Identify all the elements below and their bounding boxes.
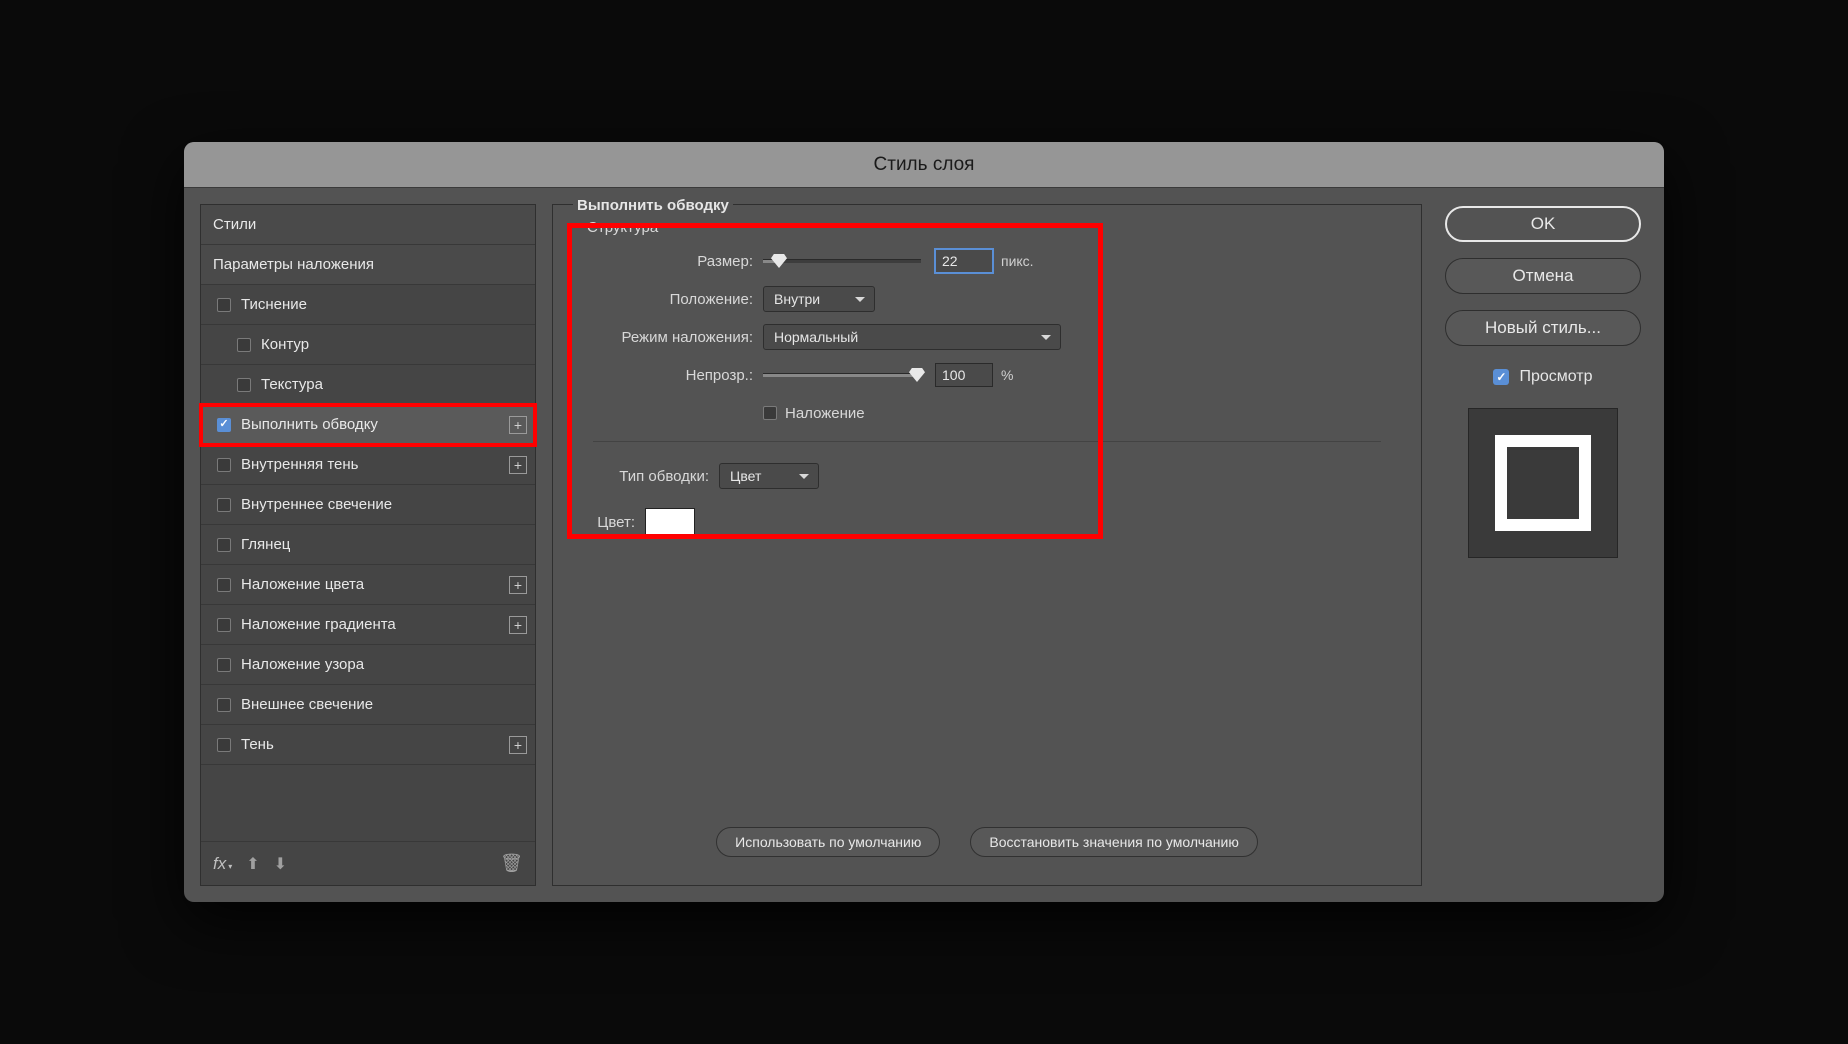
preview-thumbnail bbox=[1468, 408, 1618, 558]
size-input[interactable] bbox=[935, 249, 993, 273]
opacity-input[interactable] bbox=[935, 363, 993, 387]
sidebar-footer: fx▾ ⬆ ⬇ 🗑 bbox=[201, 841, 535, 885]
divider bbox=[593, 441, 1381, 442]
overprint-checkbox[interactable] bbox=[763, 406, 777, 420]
opacity-unit: % bbox=[1001, 367, 1013, 383]
sidebar-label: Текстура bbox=[261, 376, 323, 393]
checkbox-drop-shadow[interactable] bbox=[217, 738, 231, 752]
sidebar-label: Внутренняя тень bbox=[241, 456, 358, 473]
slider-thumb-icon[interactable] bbox=[909, 368, 925, 382]
preview-checkbox[interactable] bbox=[1493, 369, 1509, 385]
sidebar-label: Наложение узора bbox=[241, 656, 364, 673]
checkbox-inner-glow[interactable] bbox=[217, 498, 231, 512]
sidebar-label: Контур bbox=[261, 336, 309, 353]
cancel-button[interactable]: Отмена bbox=[1445, 258, 1641, 294]
opacity-label: Непрозр.: bbox=[593, 367, 763, 384]
sidebar-label: Выполнить обводку bbox=[241, 416, 378, 433]
sidebar-item-drop-shadow[interactable]: Тень + bbox=[201, 725, 535, 765]
sidebar-header-styles[interactable]: Стили bbox=[201, 205, 535, 245]
sidebar-label: Тиснение bbox=[241, 296, 307, 313]
structure-group: Структура Размер: пикс. Положение: Внутр… bbox=[573, 223, 1401, 562]
new-style-button[interactable]: Новый стиль... bbox=[1445, 310, 1641, 346]
size-label: Размер: bbox=[593, 253, 763, 270]
add-stroke-icon[interactable]: + bbox=[509, 416, 527, 434]
position-dropdown[interactable]: Внутри bbox=[763, 286, 875, 312]
sidebar-label: Наложение градиента bbox=[241, 616, 396, 633]
sidebar-item-color-overlay[interactable]: Наложение цвета + bbox=[201, 565, 535, 605]
checkbox-gradient-overlay[interactable] bbox=[217, 618, 231, 632]
checkbox-stroke[interactable] bbox=[217, 418, 231, 432]
layer-style-dialog: Стиль слоя Стили Параметры наложения Тис… bbox=[184, 142, 1664, 902]
opacity-slider[interactable] bbox=[763, 373, 921, 377]
sidebar-label: Внутреннее свечение bbox=[241, 496, 392, 513]
sidebar-label: Внешнее свечение bbox=[241, 696, 373, 713]
color-label: Цвет: bbox=[593, 514, 645, 531]
styles-sidebar: Стили Параметры наложения Тиснение Конту… bbox=[200, 204, 536, 886]
sidebar-item-stroke[interactable]: Выполнить обводку + bbox=[201, 405, 535, 445]
window-title: Стиль слоя bbox=[184, 142, 1664, 188]
checkbox-outer-glow[interactable] bbox=[217, 698, 231, 712]
sidebar-item-contour[interactable]: Контур bbox=[201, 325, 535, 365]
sidebar-header-blending[interactable]: Параметры наложения bbox=[201, 245, 535, 285]
make-default-button[interactable]: Использовать по умолчанию bbox=[716, 827, 940, 857]
fx-menu-button[interactable]: fx▾ bbox=[213, 854, 232, 874]
preview-label: Просмотр bbox=[1519, 368, 1592, 386]
color-swatch[interactable] bbox=[645, 508, 695, 536]
settings-panel: Выполнить обводку Структура Размер: пикс… bbox=[552, 204, 1422, 886]
position-label: Положение: bbox=[593, 291, 763, 308]
add-color-overlay-icon[interactable]: + bbox=[509, 576, 527, 594]
checkbox-color-overlay[interactable] bbox=[217, 578, 231, 592]
slider-thumb-icon[interactable] bbox=[771, 254, 787, 268]
size-unit: пикс. bbox=[1001, 253, 1034, 269]
sidebar-item-outer-glow[interactable]: Внешнее свечение bbox=[201, 685, 535, 725]
overprint-label: Наложение bbox=[785, 405, 865, 422]
sidebar-label: Глянец bbox=[241, 536, 290, 553]
checkbox-bevel[interactable] bbox=[217, 298, 231, 312]
sidebar-item-texture[interactable]: Текстура bbox=[201, 365, 535, 405]
section-title: Выполнить обводку bbox=[573, 197, 733, 214]
sidebar-item-satin[interactable]: Глянец bbox=[201, 525, 535, 565]
checkbox-contour[interactable] bbox=[237, 338, 251, 352]
fill-type-dropdown[interactable]: Цвет bbox=[719, 463, 819, 489]
checkbox-pattern-overlay[interactable] bbox=[217, 658, 231, 672]
blend-mode-dropdown[interactable]: Нормальный bbox=[763, 324, 1061, 350]
ok-button[interactable]: OK bbox=[1445, 206, 1641, 242]
move-down-icon[interactable]: ⬇ bbox=[274, 854, 287, 874]
add-drop-shadow-icon[interactable]: + bbox=[509, 736, 527, 754]
sidebar-item-bevel[interactable]: Тиснение bbox=[201, 285, 535, 325]
preview-shape bbox=[1495, 435, 1591, 531]
right-panel: OK Отмена Новый стиль... Просмотр bbox=[1438, 204, 1648, 886]
sidebar-item-pattern-overlay[interactable]: Наложение узора bbox=[201, 645, 535, 685]
sidebar-item-gradient-overlay[interactable]: Наложение градиента + bbox=[201, 605, 535, 645]
fill-type-label: Тип обводки: bbox=[593, 468, 719, 485]
trash-icon[interactable]: 🗑 bbox=[500, 853, 523, 874]
sidebar-label: Тень bbox=[241, 736, 274, 753]
sidebar-item-inner-shadow[interactable]: Внутренняя тень + bbox=[201, 445, 535, 485]
size-slider[interactable] bbox=[763, 259, 921, 263]
sidebar-item-inner-glow[interactable]: Внутреннее свечение bbox=[201, 485, 535, 525]
structure-title: Структура bbox=[587, 219, 658, 236]
blend-mode-label: Режим наложения: bbox=[593, 329, 763, 346]
checkbox-inner-shadow[interactable] bbox=[217, 458, 231, 472]
sidebar-label: Наложение цвета bbox=[241, 576, 364, 593]
move-up-icon[interactable]: ⬆ bbox=[246, 854, 259, 874]
reset-default-button[interactable]: Восстановить значения по умолчанию bbox=[970, 827, 1257, 857]
checkbox-texture[interactable] bbox=[237, 378, 251, 392]
add-gradient-overlay-icon[interactable]: + bbox=[509, 616, 527, 634]
checkbox-satin[interactable] bbox=[217, 538, 231, 552]
add-inner-shadow-icon[interactable]: + bbox=[509, 456, 527, 474]
